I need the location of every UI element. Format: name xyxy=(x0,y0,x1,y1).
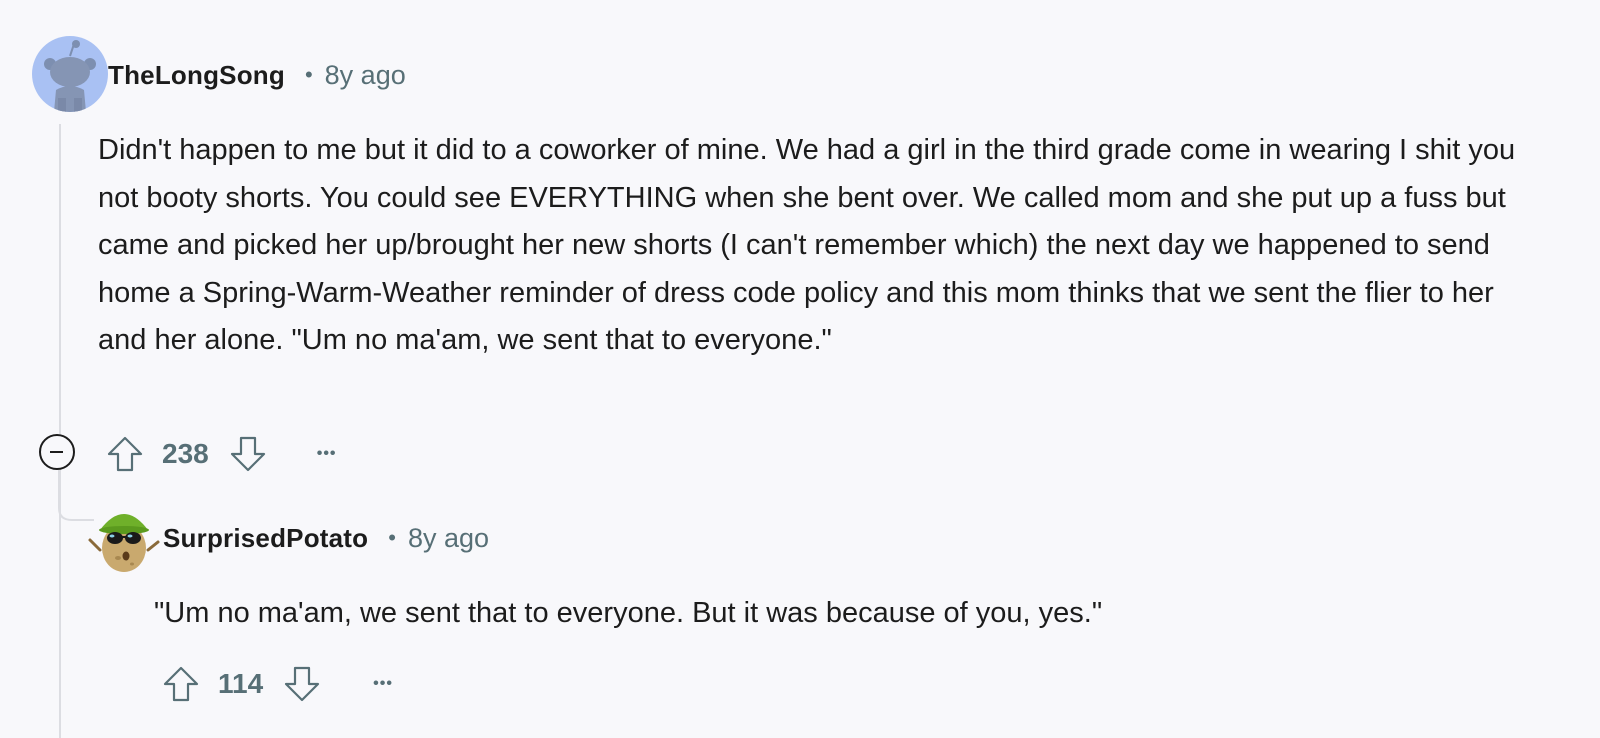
snoo-avatar-icon xyxy=(44,40,96,112)
timestamp[interactable]: 8y ago xyxy=(408,523,489,554)
upvote-button[interactable] xyxy=(106,434,144,474)
upvote-icon xyxy=(107,436,143,472)
username[interactable]: TheLongSong xyxy=(108,60,285,91)
downvote-icon xyxy=(285,666,320,702)
avatar[interactable] xyxy=(86,500,162,576)
separator-dot: • xyxy=(304,62,313,87)
username[interactable]: SurprisedPotato xyxy=(163,523,368,554)
comment-actions: 114 ••• xyxy=(162,662,393,706)
comment-body: "Um no ma'am, we sent that to everyone. … xyxy=(154,597,1103,629)
separator-dot: • xyxy=(388,525,396,550)
downvote-button[interactable] xyxy=(229,434,267,474)
comment-body: Didn't happen to me but it did to a cowo… xyxy=(98,134,1516,356)
more-options-button[interactable]: ••• xyxy=(317,445,337,463)
thread-line-main[interactable] xyxy=(59,124,61,434)
comment-actions: 238 ••• xyxy=(106,432,337,476)
avatar[interactable] xyxy=(32,36,108,112)
upvote-button[interactable] xyxy=(162,664,200,704)
vote-count: 114 xyxy=(218,668,264,699)
collapse-button[interactable] xyxy=(39,434,75,470)
upvote-icon xyxy=(163,666,199,702)
potato-avatar-icon xyxy=(88,514,160,572)
timestamp[interactable]: 8y ago xyxy=(325,60,406,91)
more-options-button[interactable]: ••• xyxy=(373,675,393,693)
comment-header: TheLongSong • 8y ago xyxy=(108,58,406,92)
downvote-icon xyxy=(230,436,265,472)
comment-header: SurprisedPotato • 8y ago xyxy=(163,521,489,555)
downvote-button[interactable] xyxy=(283,664,321,704)
vote-count: 238 xyxy=(162,438,209,469)
